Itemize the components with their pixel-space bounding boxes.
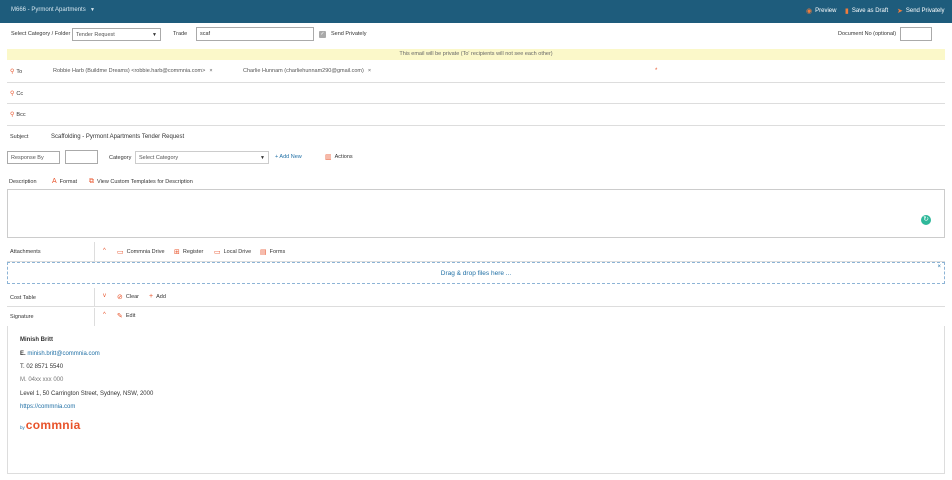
add-button[interactable]: + Add (149, 293, 166, 300)
trade-label: Trade (173, 31, 188, 37)
signature-block: Minish Britt E. minish.britt@commnia.com… (7, 326, 945, 474)
recipient-chip[interactable]: Charlie Hunnam (charliehunnam290@gmail.c… (243, 68, 371, 74)
monitor-icon: ▭ (214, 249, 221, 256)
private-notice: This email will be private (To' recipien… (7, 49, 945, 60)
columns-icon: ▥ (325, 154, 332, 161)
folder-icon: ▭ (117, 249, 124, 256)
close-icon[interactable]: × (937, 256, 941, 278)
bcc-row[interactable]: ⚲ Bcc (7, 105, 945, 126)
search-icon: ⚲ (10, 112, 15, 118)
description-label: Description (9, 179, 37, 185)
signature-name: Minish Britt (20, 337, 53, 343)
document-no-input[interactable] (900, 27, 932, 41)
header-fields: Select Category / Folder Tender Request … (0, 23, 952, 45)
pencil-icon: ✎ (117, 313, 123, 320)
send-icon: ➤ (897, 8, 903, 15)
close-icon[interactable]: × (209, 68, 212, 74)
category-label: Category (109, 155, 132, 161)
category-select[interactable]: Tender Request ▼ (72, 28, 161, 41)
signature-mobile: M. 04xx xxx 000 (20, 377, 64, 383)
custom-templates-button[interactable]: ⧉ View Custom Templates for Description (89, 178, 193, 186)
website-link[interactable]: https://commnia.com (20, 404, 75, 410)
subject-input[interactable]: Scaffolding - Pyrmont Apartments Tender … (51, 134, 184, 140)
send-privately-checkbox[interactable]: ✓ (319, 31, 326, 38)
search-icon: ⚲ (10, 69, 15, 75)
local-drive-button[interactable]: ▭ Local Drive (214, 248, 251, 256)
signature-label: Signature (10, 314, 34, 320)
font-icon: A (52, 178, 57, 185)
project-title[interactable]: M666 - Pyrmont Apartments (11, 7, 86, 13)
response-by-input[interactable] (65, 150, 98, 164)
send-privately-label: Send Privately (331, 31, 367, 37)
response-row: Response By Category Select Category ▼ +… (7, 150, 945, 165)
signature-email: E. minish.britt@commnia.com (20, 351, 100, 357)
clear-button[interactable]: ⊘ Clear (117, 293, 139, 301)
attachments-label: Attachments (10, 249, 41, 255)
actions-button[interactable]: ▥ Actions (325, 153, 353, 161)
email-link[interactable]: minish.britt@commnia.com (27, 351, 99, 357)
cost-table-row: Cost Table v ⊘ Clear + Add (7, 288, 945, 307)
send-privately-button[interactable]: ➤ Send Privately (897, 7, 945, 15)
required-mark: * (655, 68, 658, 74)
forms-button[interactable]: ▤ Forms (260, 248, 285, 256)
close-icon[interactable]: × (368, 68, 371, 74)
divider (94, 242, 95, 261)
commnia-drive-button[interactable]: ▭ Commnia Drive (117, 248, 165, 256)
chevron-down-icon: ▼ (152, 32, 157, 38)
commnia-logo: by commnia (20, 418, 81, 432)
description-editor[interactable]: ↻ (7, 189, 945, 238)
plus-icon: + (149, 293, 154, 300)
dropzone-text: Drag & drop files here ... (440, 270, 512, 277)
bcc-label[interactable]: ⚲ Bcc (10, 111, 26, 119)
save-draft-button[interactable]: ▮ Save as Draft (845, 7, 888, 15)
to-label[interactable]: ⚲ To (10, 68, 22, 76)
bookmark-icon: ▮ (845, 8, 849, 15)
divider (94, 288, 95, 306)
add-new-button[interactable]: + Add New (275, 154, 302, 160)
eye-icon: ◉ (806, 8, 813, 15)
cc-label[interactable]: ⚲ Cc (10, 90, 23, 98)
preview-button[interactable]: ◉ Preview (806, 7, 836, 15)
recipient-chip[interactable]: Robbie Harb (Buildme Dreams) <robbie.har… (53, 68, 213, 74)
format-button[interactable]: A Format (52, 178, 77, 185)
signature-row: Signature ^ ✎ Edit (7, 308, 945, 326)
attachments-row: Attachments ^ ▭ Commnia Drive ⊞ Register… (7, 242, 945, 262)
signature-phone: T. 02 8571 5540 (20, 364, 64, 370)
chevron-up-icon[interactable]: ^ (103, 248, 106, 254)
cost-table-label: Cost Table (10, 295, 36, 301)
register-button[interactable]: ⊞ Register (174, 248, 203, 256)
signature-address: Level 1, 50 Carrington Street, Sydney, N… (20, 391, 154, 397)
subject-label: Subject (10, 134, 29, 140)
subject-row[interactable]: Subject Scaffolding - Pyrmont Apartments… (7, 131, 945, 145)
chevron-down-icon[interactable]: v (103, 293, 106, 299)
edit-signature-button[interactable]: ✎ Edit (117, 312, 135, 320)
divider (94, 308, 95, 326)
document-no-label: Document No (optional) (838, 31, 897, 37)
register-icon: ⊞ (174, 249, 180, 256)
category-label: Select Category / Folder (11, 31, 71, 37)
clear-icon: ⊘ (117, 294, 123, 301)
forms-icon: ▤ (260, 249, 267, 256)
search-icon: ⚲ (10, 91, 15, 97)
description-toolbar: Description A Format ⧉ View Custom Templ… (7, 177, 945, 187)
chevron-down-icon: ▼ (260, 155, 265, 161)
chevron-down-icon[interactable]: ▼ (90, 7, 95, 13)
cc-row[interactable]: ⚲ Cc (7, 84, 945, 104)
app-header: M666 - Pyrmont Apartments ▼ ◉ Preview ▮ … (0, 0, 952, 23)
response-by-select[interactable]: Response By (7, 151, 60, 164)
chevron-up-icon[interactable]: ^ (103, 312, 106, 318)
copy-icon: ⧉ (89, 178, 94, 185)
to-row: ⚲ To Robbie Harb (Buildme Dreams) <robbi… (7, 61, 945, 83)
refresh-icon[interactable]: ↻ (921, 215, 931, 225)
trade-input[interactable]: scaf (196, 27, 314, 41)
file-dropzone[interactable]: Drag & drop files here ... × (7, 262, 945, 284)
category-dropdown[interactable]: Select Category ▼ (135, 151, 269, 164)
